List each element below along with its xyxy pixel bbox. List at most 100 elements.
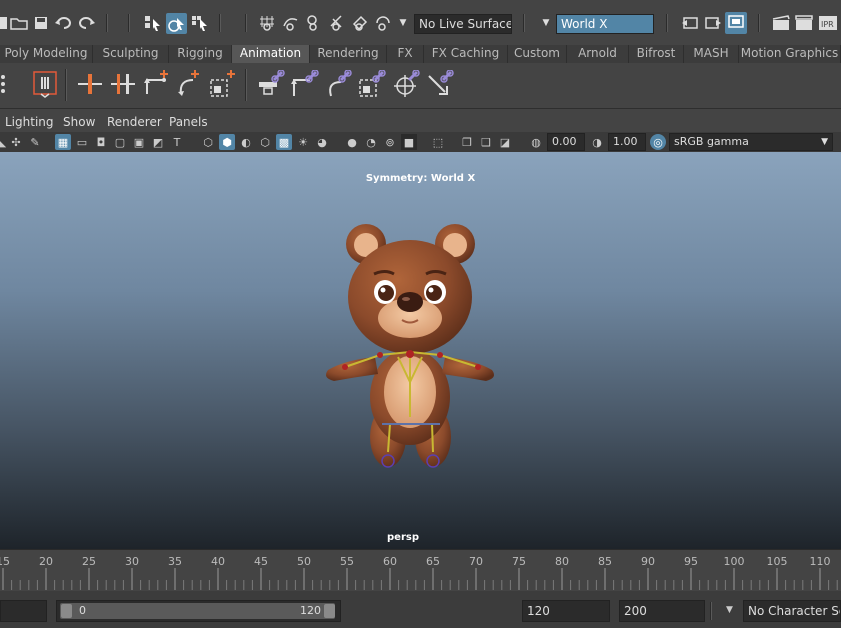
select-by-hierarchy-icon[interactable] bbox=[143, 13, 163, 33]
scale-constraint-icon[interactable] bbox=[357, 69, 387, 99]
tab-animation[interactable]: Animation bbox=[232, 45, 310, 63]
bear-character-model[interactable] bbox=[0, 152, 841, 549]
xray-icon[interactable]: ❐ bbox=[459, 134, 475, 150]
save-scene-icon[interactable] bbox=[32, 14, 50, 32]
select-by-component-icon[interactable] bbox=[190, 13, 210, 33]
view-transform-dropdown[interactable]: sRGB gamma ▼ bbox=[669, 133, 833, 151]
tab-motion-graphics[interactable]: Motion Graphics bbox=[739, 45, 841, 63]
screen-space-ao-icon[interactable]: ● bbox=[344, 134, 360, 150]
tab-poly-modeling[interactable]: Poly Modeling bbox=[0, 45, 93, 63]
symmetry-field[interactable]: World X bbox=[556, 14, 654, 34]
flat-shade-icon[interactable]: ◐ bbox=[238, 134, 254, 150]
render-view-icon[interactable] bbox=[771, 13, 791, 33]
set-breakdown-icon[interactable] bbox=[30, 69, 60, 99]
snap-to-view-plane-icon[interactable] bbox=[327, 13, 347, 33]
safe-title-icon[interactable]: T bbox=[169, 134, 185, 150]
tab-rigging[interactable]: Rigging bbox=[169, 45, 232, 63]
pole-vector-constraint-icon[interactable] bbox=[425, 69, 455, 99]
menu-renderer[interactable]: Renderer bbox=[107, 115, 162, 129]
live-surface-field[interactable]: No Live Surface bbox=[414, 14, 512, 34]
menu-show[interactable]: Show bbox=[63, 115, 95, 129]
snap-to-point-icon[interactable] bbox=[304, 13, 324, 33]
set-key-icon[interactable] bbox=[0, 69, 14, 99]
textured-icon[interactable]: ▩ bbox=[276, 134, 292, 150]
snap-to-grid-icon[interactable] bbox=[258, 13, 278, 33]
safe-action-icon[interactable]: ◩ bbox=[150, 134, 166, 150]
start-time-field[interactable] bbox=[0, 600, 47, 622]
grid-icon[interactable]: ▦ bbox=[55, 134, 71, 150]
make-live-icon[interactable] bbox=[350, 13, 370, 33]
reflection-icon[interactable] bbox=[703, 13, 723, 33]
tab-rendering[interactable]: Rendering bbox=[310, 45, 387, 63]
wireframe-icon[interactable]: ⬡ bbox=[200, 134, 216, 150]
bookmark-icon[interactable]: ✣ bbox=[8, 134, 24, 150]
time-tick-label: 55 bbox=[340, 555, 354, 568]
menu-lighting[interactable]: Lighting bbox=[5, 115, 54, 129]
range-handle[interactable] bbox=[60, 603, 335, 619]
view-transform-value: sRGB gamma bbox=[674, 135, 749, 148]
field-chart-icon[interactable]: ▣ bbox=[131, 134, 147, 150]
joint-tool-icon[interactable] bbox=[207, 69, 237, 99]
color-management-icon[interactable]: ◎ bbox=[650, 134, 666, 150]
ik-handle-icon[interactable] bbox=[141, 69, 171, 99]
tab-arnold[interactable]: Arnold bbox=[567, 45, 629, 63]
bounding-box-icon[interactable]: ⬡ bbox=[257, 134, 273, 150]
xray-active-components-icon[interactable]: ◪ bbox=[497, 134, 513, 150]
time-slider-ruler[interactable]: 15 20 25 30 35 40 45 50 55 60 65 70 75 80 85 90 95 100 105… bbox=[0, 550, 841, 592]
range-end-label: 120 bbox=[300, 604, 321, 617]
time-slider[interactable]: 15 20 25 30 35 40 45 50 55 60 65 70 75 80 85 90 95 100 105… bbox=[0, 549, 841, 591]
smooth-shade-icon[interactable]: ⬢ bbox=[219, 134, 235, 150]
set-driven-key-icon[interactable] bbox=[75, 69, 105, 99]
isolate-select-icon[interactable]: ⬚ bbox=[430, 134, 446, 150]
set-key-tangent-icon[interactable] bbox=[108, 69, 138, 99]
max-time-field[interactable]: 200 bbox=[619, 600, 705, 622]
soft-select-icon[interactable] bbox=[680, 13, 700, 33]
resolution-gate-icon[interactable]: ◘ bbox=[93, 134, 109, 150]
ik-spline-icon[interactable] bbox=[174, 69, 204, 99]
gamma-icon[interactable]: ◑ bbox=[589, 134, 605, 150]
exposure-field[interactable]: 0.00 bbox=[547, 133, 585, 151]
gamma-field[interactable]: 1.00 bbox=[608, 133, 646, 151]
range-end-grip[interactable] bbox=[324, 604, 335, 618]
motion-blur-icon[interactable]: ◔ bbox=[363, 134, 379, 150]
xray-joints-icon[interactable]: ❑ bbox=[478, 134, 494, 150]
select-by-object-icon[interactable] bbox=[166, 13, 187, 34]
tab-fx-caching[interactable]: FX Caching bbox=[424, 45, 508, 63]
range-start-grip[interactable] bbox=[61, 604, 72, 618]
camera-based-selection-icon[interactable] bbox=[725, 12, 747, 34]
shadows-icon[interactable]: ◕ bbox=[314, 134, 330, 150]
tab-sculpting[interactable]: Sculpting bbox=[93, 45, 169, 63]
depth-of-field-icon[interactable]: ■ bbox=[401, 134, 417, 150]
playback-range-bar[interactable]: 0 120 bbox=[56, 600, 341, 622]
character-set-field[interactable]: No Character Set bbox=[743, 600, 841, 622]
render-frame-icon[interactable] bbox=[794, 13, 814, 33]
persp-viewport[interactable]: Symmetry: World X persp bbox=[0, 152, 841, 549]
snap-to-curve-icon[interactable] bbox=[281, 13, 301, 33]
chevron-down-icon[interactable]: ▼ bbox=[540, 15, 552, 31]
tab-custom[interactable]: Custom bbox=[508, 45, 567, 63]
anti-aliasing-icon[interactable]: ⊚ bbox=[382, 134, 398, 150]
tab-fx[interactable]: FX bbox=[387, 45, 424, 63]
tab-mash[interactable]: MASH bbox=[684, 45, 739, 63]
open-scene-icon[interactable] bbox=[9, 14, 29, 32]
point-constraint-icon[interactable] bbox=[290, 69, 320, 99]
gate-mask-icon[interactable]: ▢ bbox=[112, 134, 128, 150]
new-scene-icon[interactable] bbox=[0, 14, 8, 32]
chevron-down-icon[interactable]: ▼ bbox=[726, 605, 733, 615]
image-plane-icon[interactable]: ✎ bbox=[27, 134, 43, 150]
status-line: ▼ No Live Surface ▼ World X IPR bbox=[0, 0, 841, 46]
undo-icon[interactable] bbox=[53, 14, 73, 32]
orient-constraint-icon[interactable] bbox=[323, 69, 353, 99]
film-gate-icon[interactable]: ▭ bbox=[74, 134, 90, 150]
ipr-render-icon[interactable]: IPR bbox=[817, 13, 839, 33]
snap-to-projected-center-icon[interactable] bbox=[373, 13, 393, 33]
menu-panels[interactable]: Panels bbox=[169, 115, 208, 129]
redo-icon[interactable] bbox=[77, 14, 97, 32]
end-time-field[interactable]: 120 bbox=[522, 600, 610, 622]
aim-constraint-icon[interactable] bbox=[391, 69, 421, 99]
lights-icon[interactable]: ☀ bbox=[295, 134, 311, 150]
exposure-icon[interactable]: ◍ bbox=[528, 134, 544, 150]
tab-bifrost[interactable]: Bifrost bbox=[629, 45, 684, 63]
chevron-down-icon[interactable]: ▼ bbox=[397, 15, 409, 31]
parent-constraint-icon[interactable] bbox=[256, 69, 286, 99]
